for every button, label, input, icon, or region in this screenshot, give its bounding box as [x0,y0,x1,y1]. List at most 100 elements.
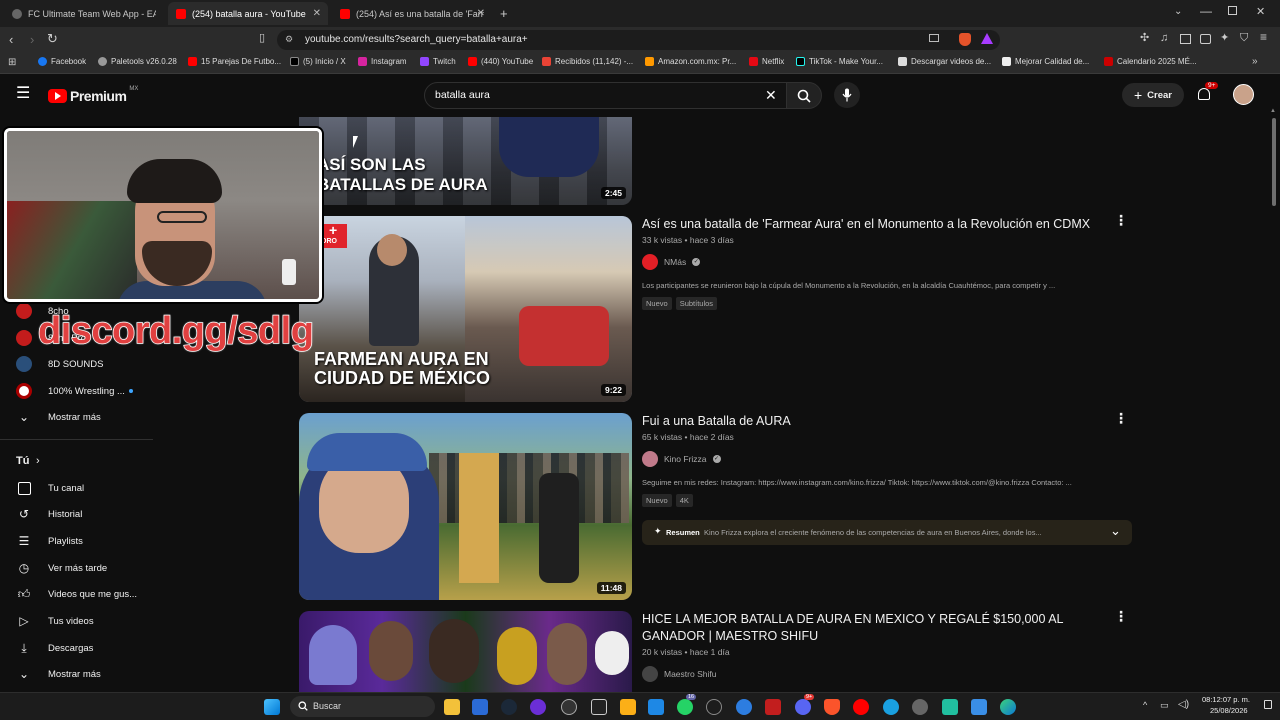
sidebar-item-your-videos[interactable]: ▷ Tus videos [0,608,155,634]
whatsapp-icon[interactable]: 16 [677,694,697,715]
video-thumbnail[interactable] [299,611,632,692]
more-actions-icon[interactable]: ⋮ [1114,410,1128,427]
more-actions-icon[interactable]: ⋮ [1114,608,1128,625]
youtube-logo[interactable]: Premium MX [48,86,138,104]
bookmark-calendario[interactable]: Calendario 2025 MÉ... [1104,57,1197,66]
channel-link[interactable]: Maestro Shifu [642,666,716,682]
bookmark-tiktok[interactable]: TikTok - Make Your... [796,57,883,66]
leo-ai-icon[interactable]: ✦ [1220,32,1229,45]
back-icon[interactable]: ‹ [9,33,13,46]
create-button[interactable]: + Crear [1122,83,1184,107]
voicemeeter-icon[interactable] [765,699,781,715]
app-edge-dev-icon[interactable] [736,699,752,715]
close-tab-icon[interactable]: ✕ [313,8,321,19]
page-scrollbar[interactable]: ▲ [1270,108,1278,692]
tab-youtube-search[interactable]: (254) batalla aura - YouTube ✕ [168,2,328,25]
sidebar-item-watch-later[interactable]: ◷ Ver más tarde [0,555,155,581]
site-info-icon[interactable]: ⚙ [285,34,293,45]
app-circle-icon[interactable] [561,699,577,715]
tray-overflow-icon[interactable]: ^ [1143,700,1147,710]
avatar[interactable] [1233,84,1254,105]
start-button-icon[interactable] [264,699,280,715]
clock-date[interactable]: 25/08/2026 [1210,706,1248,715]
notepad-icon[interactable] [942,699,958,715]
settings-icon[interactable] [912,699,928,715]
apps-grid-icon[interactable]: ⊞ [8,57,16,68]
tab-youtube-video[interactable]: (254) Así es una batalla de 'Farmear A ✕ [332,2,492,25]
epic-games-icon[interactable] [591,699,607,715]
extensions-icon[interactable]: ✣ [1140,32,1149,45]
forward-icon[interactable]: › [30,33,34,46]
sidebar-item-history[interactable]: ↺ Historial [0,501,155,527]
volume-icon[interactable]: ◁) [1178,699,1189,710]
reload-icon[interactable]: ↻ [47,32,58,45]
rockstar-icon[interactable] [620,699,636,715]
voice-search-button[interactable] [834,82,860,108]
bookmark-netflix[interactable]: Netflix [749,57,784,66]
new-tab-button[interactable]: + [500,6,508,21]
clear-search-icon[interactable]: ✕ [765,87,777,104]
bookmark-icon[interactable]: ▯ [259,32,265,45]
tab-ea-sports[interactable]: FC Ultimate Team Web App - EA SPORTS [4,2,164,25]
tab-list-icon[interactable]: ⌄ [1174,6,1182,17]
hamburger-menu-icon[interactable]: ☰ [16,86,30,102]
close-tab-icon[interactable]: ✕ [477,8,485,19]
photos-icon[interactable] [971,699,987,715]
bookmark-paletools[interactable]: Paletools v26.0.28 [98,57,177,66]
brave-shield-icon[interactable] [959,33,971,46]
file-explorer-icon[interactable] [444,699,460,715]
sidebar-item-show-more[interactable]: ⌄ Mostrar más [0,661,155,687]
wallet-icon[interactable] [1200,34,1211,44]
bookmark-mejorar[interactable]: Mejorar Calidad de... [1002,57,1089,66]
maximize-button[interactable] [1228,6,1237,15]
bookmark-youtube[interactable]: (440) YouTube [468,57,533,66]
video-title[interactable]: Así es una batalla de 'Farmear Aura' en … [642,216,1112,233]
obs-icon[interactable] [530,699,546,715]
sidebar-item-liked-videos[interactable]: 👍︎ Videos que me gus... [0,581,155,607]
youtube-app-icon[interactable] [853,699,869,715]
sidebar-toggle-icon[interactable] [1180,34,1191,44]
you-section-header[interactable]: Tú › [0,448,155,474]
brave-rewards-icon[interactable] [981,33,993,44]
show-more-subs-button[interactable]: ⌄ Mostrar más [0,404,155,430]
app-blue-icon[interactable] [648,699,664,715]
video-thumbnail[interactable]: 11:48 [299,413,632,600]
scroll-up-arrow[interactable]: ▲ [1270,108,1276,114]
discord-icon[interactable]: 9+ [795,694,815,715]
search-button[interactable] [786,82,822,109]
brave-browser-icon[interactable] [824,699,840,715]
taskbar-search[interactable]: Buscar [290,696,435,717]
channel-link[interactable]: Kino Frizza ✓ [642,451,721,467]
app-c-icon[interactable] [706,699,722,715]
sidebar-item-playlists[interactable]: ☰ Playlists [0,528,155,554]
network-icon[interactable]: ▭ [1160,700,1169,711]
video-title[interactable]: HICE LA MEJOR BATALLA DE AURA EN MEXICO … [642,611,1112,645]
sidebar-item-your-channel[interactable]: Tu canal [0,475,155,501]
bookmark-descargar[interactable]: Descargar videos de... [898,57,991,66]
bookmark-amazon[interactable]: Amazon.com.mx: Pr... [645,57,736,66]
clock-time[interactable]: 08:12:07 p. m. [1202,695,1250,704]
bookmark-facebook[interactable]: Facebook [38,57,86,66]
notifications-button[interactable]: 9+ [1196,82,1219,104]
channel-link[interactable]: NMás ✓ [642,254,701,270]
menu-icon[interactable]: ≡ [1260,31,1267,44]
minimize-button[interactable]: — [1200,4,1212,18]
bookmark-twitch[interactable]: Twitch [420,57,456,66]
notification-center-icon[interactable] [1264,700,1272,709]
video-title[interactable]: Fui a una Batalla de AURA [642,413,1112,430]
address-bar[interactable]: ⚙ youtube.com/results?search_query=batal… [277,30,1000,50]
more-actions-icon[interactable]: ⋮ [1114,212,1128,229]
bookmark-gmail[interactable]: Recibidos (11,142) -... [542,57,633,66]
search-box[interactable]: batalla aura ✕ [424,82,788,109]
bookmark-instagram[interactable]: Instagram [358,57,407,66]
ai-summary-panel[interactable]: ✦ Resumen Kino Frizza explora el crecien… [642,520,1132,545]
vpn-shield-icon[interactable]: ⛉ [1240,32,1248,45]
subscription-item[interactable]: 100% Wrestling ... [0,378,155,404]
scrollbar-thumb[interactable] [1272,118,1276,206]
sidebar-item-downloads[interactable]: ⤓ Descargas [0,635,155,661]
cast-icon[interactable] [929,34,939,42]
bookmark-parejas[interactable]: 15 Parejas De Futbo... [188,57,281,66]
media-icon[interactable]: ♫ [1160,32,1168,45]
app-sync-icon[interactable] [883,699,899,715]
subscription-item[interactable]: 8D SOUNDS [0,351,155,377]
